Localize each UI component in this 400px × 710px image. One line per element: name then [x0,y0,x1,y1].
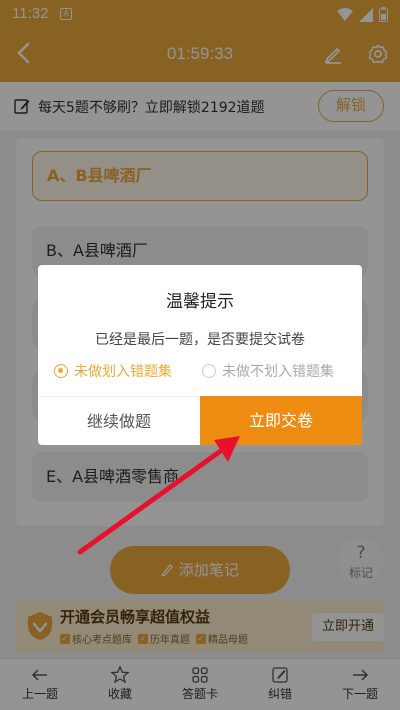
submit-dialog: 温馨提示 已经是最后一题，是否要提交试卷 未做划入错题集 未做不划入错题集 继续… [38,265,362,445]
radio-label: 未做划入错题集 [74,364,172,380]
radio-label: 未做不划入错题集 [222,364,334,380]
continue-button[interactable]: 继续做题 [38,396,200,445]
radio-add-wrong-set[interactable]: 未做划入错题集 [54,361,172,381]
radio-skip-wrong-set[interactable]: 未做不划入错题集 [202,361,334,381]
radio-unchecked-icon [202,364,216,378]
dialog-title: 温馨提示 [166,292,234,312]
radio-checked-icon [54,364,68,378]
submit-exam-button[interactable]: 立即交卷 [200,396,362,445]
dialog-message: 已经是最后一题，是否要提交试卷 [95,332,305,348]
